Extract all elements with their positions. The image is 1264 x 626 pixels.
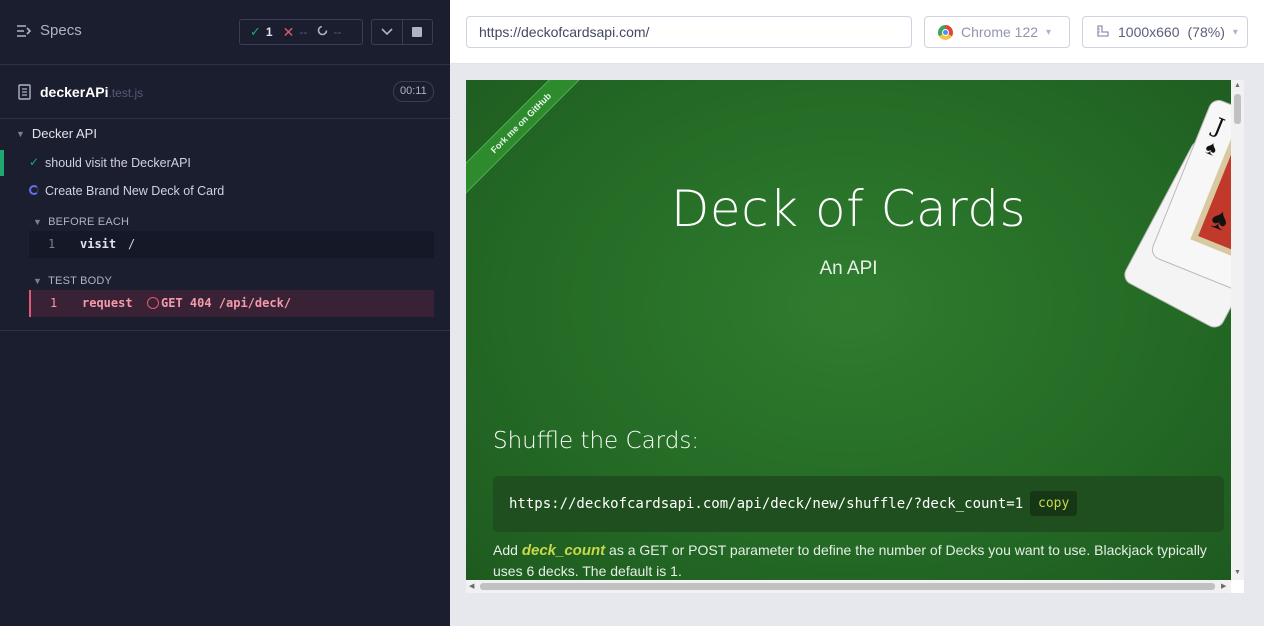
chrome-icon xyxy=(938,24,953,40)
spec-file-name: deckerAPi.test.js xyxy=(40,84,143,100)
command-request[interactable]: 1 request GET 404 /api/deck/ xyxy=(29,290,434,317)
browser-name: Chrome 122 xyxy=(961,24,1039,40)
command-visit[interactable]: 1 visit / xyxy=(29,231,434,258)
suite-label: Decker API xyxy=(31,126,97,141)
url-bar[interactable]: https://deckofcardsapi.com/ xyxy=(466,16,912,48)
pending-count: -- xyxy=(333,25,342,39)
scroll-thumb[interactable] xyxy=(1234,94,1241,124)
failed-count: -- xyxy=(299,25,308,39)
document-icon xyxy=(18,84,31,105)
test-item-passed[interactable]: ✓ should visit the DeckerAPI xyxy=(0,150,450,176)
suite-title[interactable]: ▼ Decker API xyxy=(16,126,97,141)
failed-stat: ✕ -- xyxy=(273,24,308,41)
stop-icon xyxy=(412,27,423,37)
param-name: deck_count xyxy=(521,542,606,559)
stop-button[interactable] xyxy=(401,20,433,44)
x-icon: ✕ xyxy=(282,23,295,40)
desc-prefix: Add xyxy=(493,542,522,558)
pending-circle-icon xyxy=(317,25,328,39)
specs-list-icon xyxy=(16,24,32,38)
viewport-size: 1000x660 xyxy=(1118,24,1180,40)
chevron-down-icon: ▼ xyxy=(33,217,43,227)
spec-timer: 00:11 xyxy=(393,81,434,102)
test-title: Create Brand New Deck of Card xyxy=(45,184,225,198)
browser-toolbar: https://deckofcardsapi.com/ Chrome 122 ▾… xyxy=(450,0,1264,64)
command-name: visit xyxy=(80,237,117,251)
pass-indicator-bar xyxy=(0,150,4,176)
chevron-down-icon: ▾ xyxy=(1232,26,1238,38)
passed-count: 1 xyxy=(265,25,273,39)
command-number: 1 xyxy=(50,296,58,310)
description-text: Add deck_count as a GET or POST paramete… xyxy=(493,540,1213,580)
hook-label: TEST BODY xyxy=(48,275,113,287)
deck-of-cards-page: Fork me on GitHub A ♠ J ♠ ♠ D xyxy=(466,80,1231,580)
test-tree: ▼ Decker API ✓ should visit the DeckerAP… xyxy=(0,119,450,331)
spec-header: deckerAPi.test.js 00:11 xyxy=(0,65,450,119)
ruler-icon xyxy=(1096,24,1110,41)
command-number: 1 xyxy=(48,237,56,251)
specs-toggle-button[interactable]: Specs xyxy=(16,22,82,39)
scroll-left-icon[interactable]: ◀ xyxy=(469,582,474,590)
scroll-up-icon[interactable]: ▲ xyxy=(1234,82,1241,89)
scroll-thumb[interactable] xyxy=(480,583,1215,590)
reporter-panel: Specs ✓ 1 ✕ -- -- deckerAPi.test.js 00:1… xyxy=(0,0,450,626)
reporter-header: Specs ✓ 1 ✕ -- -- xyxy=(0,0,450,65)
run-controls xyxy=(371,19,433,45)
aut-iframe: Fork me on GitHub A ♠ J ♠ ♠ D xyxy=(466,80,1244,593)
test-stats: ✓ 1 ✕ -- -- xyxy=(239,19,363,45)
chevron-down-icon xyxy=(381,23,393,41)
viewport-zoom: (78%) xyxy=(1187,24,1225,40)
command-name: request xyxy=(82,296,133,310)
page-subtitle: An API xyxy=(819,258,878,279)
browser-selector[interactable]: Chrome 122 ▾ xyxy=(924,16,1070,48)
api-url: https://deckofcardsapi.com/api/deck/new/… xyxy=(509,496,1024,512)
pending-stat: -- xyxy=(307,25,341,39)
chevron-down-icon: ▾ xyxy=(1046,26,1052,38)
spinner-icon xyxy=(29,185,39,195)
command-arg: GET 404 /api/deck/ xyxy=(161,296,292,310)
hook-label: BEFORE EACH xyxy=(48,216,130,228)
viewport-selector[interactable]: 1000x660 (78%) ▾ xyxy=(1082,16,1248,48)
chevron-down-icon: ▼ xyxy=(33,276,43,286)
expand-button[interactable] xyxy=(372,20,402,44)
test-item-running[interactable]: Create Brand New Deck of Card xyxy=(0,178,450,204)
horizontal-scrollbar[interactable]: ◀ ▶ xyxy=(466,580,1231,593)
check-icon: ✓ xyxy=(29,155,40,169)
spec-name: deckerAPi xyxy=(40,84,109,100)
hook-test-body[interactable]: ▼ TEST BODY xyxy=(33,275,112,287)
vertical-scrollbar[interactable]: ▲ ▼ xyxy=(1231,80,1244,580)
hook-before-each[interactable]: ▼ BEFORE EACH xyxy=(33,216,129,228)
specs-label: Specs xyxy=(40,22,82,39)
scroll-right-icon[interactable]: ▶ xyxy=(1221,582,1226,590)
copy-button[interactable]: copy xyxy=(1030,491,1078,516)
check-icon: ✓ xyxy=(250,24,261,39)
spec-extension: .test.js xyxy=(108,86,144,100)
section-heading: Shuffle the Cards: xyxy=(493,428,700,454)
scroll-down-icon[interactable]: ▼ xyxy=(1234,569,1241,576)
test-title: should visit the DeckerAPI xyxy=(45,156,191,170)
chevron-down-icon: ▼ xyxy=(16,128,25,139)
passed-stat: ✓ 1 xyxy=(240,24,273,40)
error-circle-icon xyxy=(147,297,159,309)
page-title: Deck of Cards xyxy=(670,180,1027,238)
command-arg: / xyxy=(128,237,136,251)
code-block: https://deckofcardsapi.com/api/deck/new/… xyxy=(493,476,1224,532)
